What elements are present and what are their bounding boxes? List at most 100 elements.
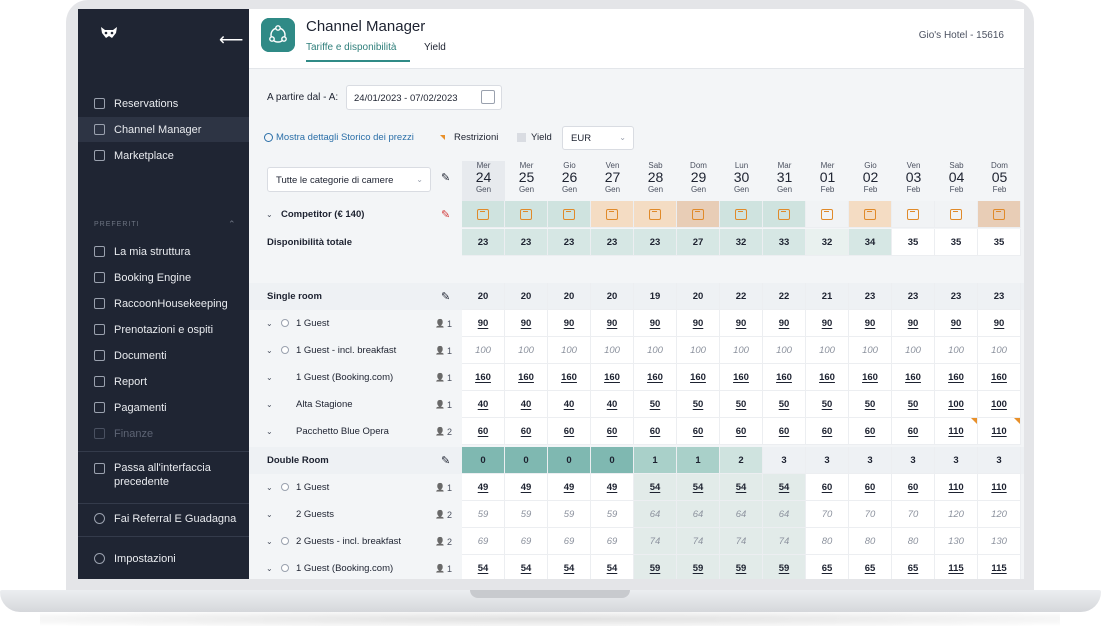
rate-price-cell[interactable]: 160 bbox=[720, 364, 763, 391]
rate-price-cell[interactable]: 60 bbox=[806, 474, 849, 501]
chevron-down-icon[interactable]: ⌄ bbox=[266, 364, 273, 391]
rate-price-cell[interactable]: 90 bbox=[849, 310, 892, 337]
rate-price-cell[interactable]: 49 bbox=[505, 474, 548, 501]
referral-link[interactable]: Fai Referral E Guadagna bbox=[78, 506, 249, 531]
rate-price-cell[interactable]: 80 bbox=[806, 528, 849, 555]
chevron-down-icon[interactable]: ⌄ bbox=[266, 528, 273, 555]
rate-price-cell[interactable]: 59 bbox=[548, 501, 591, 528]
tab-yield[interactable]: Yield bbox=[424, 42, 446, 53]
rate-price-cell[interactable]: 59 bbox=[634, 555, 677, 579]
rate-price-cell[interactable]: 115 bbox=[935, 555, 978, 579]
rate-price-cell[interactable]: 59 bbox=[763, 555, 806, 579]
competitor-price-icon-cell[interactable] bbox=[591, 201, 634, 228]
rate-price-cell[interactable]: 70 bbox=[892, 501, 935, 528]
rate-price-cell[interactable]: 60 bbox=[849, 474, 892, 501]
sidebar-item-raccoonhousekeeping[interactable]: RaccoonHousekeeping bbox=[78, 291, 249, 316]
rate-price-cell[interactable]: 54 bbox=[548, 555, 591, 579]
rate-price-cell[interactable]: 60 bbox=[720, 418, 763, 445]
rate-price-cell[interactable]: 50 bbox=[720, 391, 763, 418]
competitor-price-icon-cell[interactable] bbox=[548, 201, 591, 228]
room-availability-cell[interactable]: 19 bbox=[634, 283, 677, 310]
rate-price-cell[interactable]: 40 bbox=[591, 391, 634, 418]
rate-price-cell[interactable]: 65 bbox=[806, 555, 849, 579]
room-availability-cell[interactable]: 3 bbox=[935, 447, 978, 474]
room-availability-cell[interactable]: 21 bbox=[806, 283, 849, 310]
rate-price-cell[interactable]: 64 bbox=[720, 501, 763, 528]
competitor-price-icon-cell[interactable] bbox=[505, 201, 548, 228]
competitor-price-icon-cell[interactable] bbox=[720, 201, 763, 228]
competitor-price-icon-cell[interactable] bbox=[634, 201, 677, 228]
competitor-price-icon-cell[interactable] bbox=[806, 201, 849, 228]
rate-price-cell[interactable]: 90 bbox=[548, 310, 591, 337]
rate-price-cell[interactable]: 69 bbox=[462, 528, 505, 555]
chevron-down-icon[interactable]: ⌄ bbox=[266, 310, 273, 337]
room-availability-cell[interactable]: 20 bbox=[505, 283, 548, 310]
rate-price-cell[interactable]: 160 bbox=[892, 364, 935, 391]
room-availability-cell[interactable]: 22 bbox=[763, 283, 806, 310]
room-category-select[interactable]: Tutte le categorie di camere ⌄ bbox=[267, 167, 431, 192]
rate-price-cell[interactable]: 54 bbox=[462, 555, 505, 579]
rate-price-cell[interactable]: 100 bbox=[978, 337, 1021, 364]
rate-price-cell[interactable]: 100 bbox=[720, 337, 763, 364]
rate-price-cell[interactable]: 90 bbox=[677, 310, 720, 337]
rate-price-cell[interactable]: 160 bbox=[591, 364, 634, 391]
rate-price-cell[interactable]: 160 bbox=[763, 364, 806, 391]
rate-price-cell[interactable]: 60 bbox=[763, 418, 806, 445]
rate-price-cell[interactable]: 50 bbox=[806, 391, 849, 418]
raccoon-logo-icon[interactable] bbox=[100, 26, 118, 40]
rate-price-cell[interactable]: 69 bbox=[505, 528, 548, 555]
room-availability-cell[interactable]: 3 bbox=[763, 447, 806, 474]
rate-price-cell[interactable]: 100 bbox=[806, 337, 849, 364]
rate-price-cell[interactable]: 69 bbox=[591, 528, 634, 555]
rate-price-cell[interactable]: 54 bbox=[591, 555, 634, 579]
rate-price-cell[interactable]: 50 bbox=[634, 391, 677, 418]
rate-price-cell[interactable]: 110 bbox=[978, 474, 1021, 501]
rate-price-cell[interactable]: 100 bbox=[462, 337, 505, 364]
rate-price-cell[interactable]: 60 bbox=[849, 418, 892, 445]
rate-price-cell[interactable]: 74 bbox=[763, 528, 806, 555]
rate-price-cell[interactable]: 80 bbox=[849, 528, 892, 555]
rate-price-cell[interactable]: 60 bbox=[634, 418, 677, 445]
yield-toggle[interactable]: Yield bbox=[517, 132, 552, 143]
rate-price-cell[interactable]: 160 bbox=[505, 364, 548, 391]
rate-price-cell[interactable]: 90 bbox=[892, 310, 935, 337]
rate-price-cell[interactable]: 80 bbox=[892, 528, 935, 555]
sidebar-item-reservations[interactable]: Reservations bbox=[78, 91, 249, 116]
rate-price-cell[interactable]: 54 bbox=[634, 474, 677, 501]
room-availability-cell[interactable]: 1 bbox=[634, 447, 677, 474]
rate-price-cell[interactable]: 110 bbox=[935, 418, 978, 445]
rate-price-cell[interactable]: 64 bbox=[677, 501, 720, 528]
sidebar-item-channel-manager[interactable]: Channel Manager bbox=[78, 117, 249, 142]
tab-rates-availability[interactable]: Tariffe e disponibilità bbox=[306, 42, 396, 53]
sidebar-item-la-mia-struttura[interactable]: La mia struttura bbox=[78, 239, 249, 264]
rate-price-cell[interactable]: 50 bbox=[763, 391, 806, 418]
room-availability-cell[interactable]: 20 bbox=[462, 283, 505, 310]
rate-price-cell[interactable]: 160 bbox=[462, 364, 505, 391]
rate-price-cell[interactable]: 59 bbox=[505, 501, 548, 528]
competitor-price-icon-cell[interactable] bbox=[677, 201, 720, 228]
rate-price-cell[interactable]: 59 bbox=[720, 555, 763, 579]
rate-price-cell[interactable]: 160 bbox=[677, 364, 720, 391]
rate-price-cell[interactable]: 60 bbox=[505, 418, 548, 445]
chevron-down-icon[interactable]: ⌄ bbox=[266, 337, 273, 364]
rate-price-cell[interactable]: 100 bbox=[978, 391, 1021, 418]
rate-price-cell[interactable]: 90 bbox=[978, 310, 1021, 337]
room-availability-cell[interactable]: 1 bbox=[677, 447, 720, 474]
rate-price-cell[interactable]: 40 bbox=[505, 391, 548, 418]
rate-price-cell[interactable]: 74 bbox=[720, 528, 763, 555]
rate-price-cell[interactable]: 90 bbox=[591, 310, 634, 337]
room-availability-cell[interactable]: 20 bbox=[677, 283, 720, 310]
rate-price-cell[interactable]: 120 bbox=[978, 501, 1021, 528]
rate-price-cell[interactable]: 64 bbox=[634, 501, 677, 528]
rate-price-cell[interactable]: 90 bbox=[505, 310, 548, 337]
rate-price-cell[interactable]: 54 bbox=[677, 474, 720, 501]
rate-price-cell[interactable]: 100 bbox=[634, 337, 677, 364]
currency-select[interactable]: EUR ⌄ bbox=[562, 126, 634, 150]
rate-price-cell[interactable]: 60 bbox=[892, 474, 935, 501]
room-availability-cell[interactable]: 23 bbox=[935, 283, 978, 310]
rate-price-cell[interactable]: 54 bbox=[720, 474, 763, 501]
rate-price-cell[interactable]: 160 bbox=[634, 364, 677, 391]
room-availability-cell[interactable]: 3 bbox=[978, 447, 1021, 474]
competitor-price-icon-cell[interactable] bbox=[935, 201, 978, 228]
room-availability-cell[interactable]: 3 bbox=[849, 447, 892, 474]
